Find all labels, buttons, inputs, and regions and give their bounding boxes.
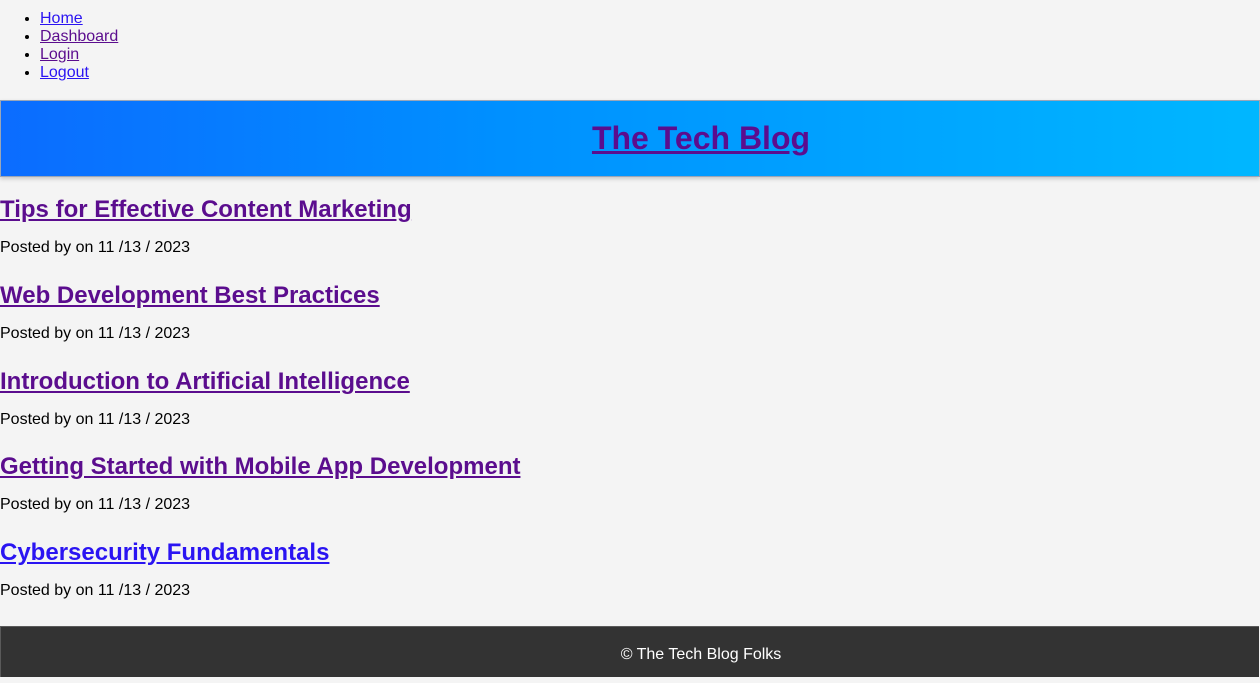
- nav-link-logout[interactable]: Logout: [40, 64, 89, 81]
- post-title: Getting Started with Mobile App Developm…: [0, 453, 520, 481]
- site-title: The Tech Blog: [1, 101, 1259, 176]
- post-meta: Posted by on 11 /13 / 2023: [0, 582, 191, 599]
- post-title-link[interactable]: Web Development Best Practices: [0, 282, 380, 309]
- post-meta: Posted by on 11 /13 / 2023: [0, 496, 191, 513]
- post-item: Tips for Effective Content Marketing Pos…: [0, 196, 412, 257]
- footer-copyright: © The Tech Blog Folks: [620, 646, 782, 663]
- post-title-link[interactable]: Tips for Effective Content Marketing: [0, 196, 412, 223]
- post-item: Web Development Best Practices Posted by…: [0, 282, 380, 343]
- post-title: Cybersecurity Fundamentals: [0, 539, 329, 567]
- post-title: Web Development Best Practices: [0, 282, 380, 310]
- nav-item-login: Login: [40, 46, 118, 64]
- site-footer: © The Tech Blog Folks: [0, 626, 1259, 677]
- post-item: Introduction to Artificial Intelligence …: [0, 368, 410, 429]
- post-meta: Posted by on 11 /13 / 2023: [0, 411, 191, 428]
- nav-item-logout: Logout: [40, 64, 118, 82]
- nav-link-home[interactable]: Home: [40, 10, 83, 27]
- post-title-link[interactable]: Introduction to Artificial Intelligence: [0, 368, 410, 395]
- post-title-link[interactable]: Getting Started with Mobile App Developm…: [0, 453, 520, 480]
- post-title: Introduction to Artificial Intelligence: [0, 368, 410, 396]
- nav-link-login[interactable]: Login: [40, 46, 79, 63]
- site-title-link[interactable]: The Tech Blog: [592, 120, 810, 156]
- post-title: Tips for Effective Content Marketing: [0, 196, 412, 224]
- post-item: Getting Started with Mobile App Developm…: [0, 453, 520, 514]
- nav-item-dashboard: Dashboard: [40, 28, 118, 46]
- nav-link-dashboard[interactable]: Dashboard: [40, 28, 118, 45]
- post-meta: Posted by on 11 /13 / 2023: [0, 239, 191, 256]
- nav-list: Home Dashboard Login Logout: [0, 10, 118, 82]
- nav-item-home: Home: [40, 10, 118, 28]
- site-header: The Tech Blog: [0, 100, 1260, 177]
- post-item: Cybersecurity Fundamentals Posted by on …: [0, 539, 329, 600]
- post-title-link[interactable]: Cybersecurity Fundamentals: [0, 539, 329, 566]
- post-meta: Posted by on 11 /13 / 2023: [0, 325, 191, 342]
